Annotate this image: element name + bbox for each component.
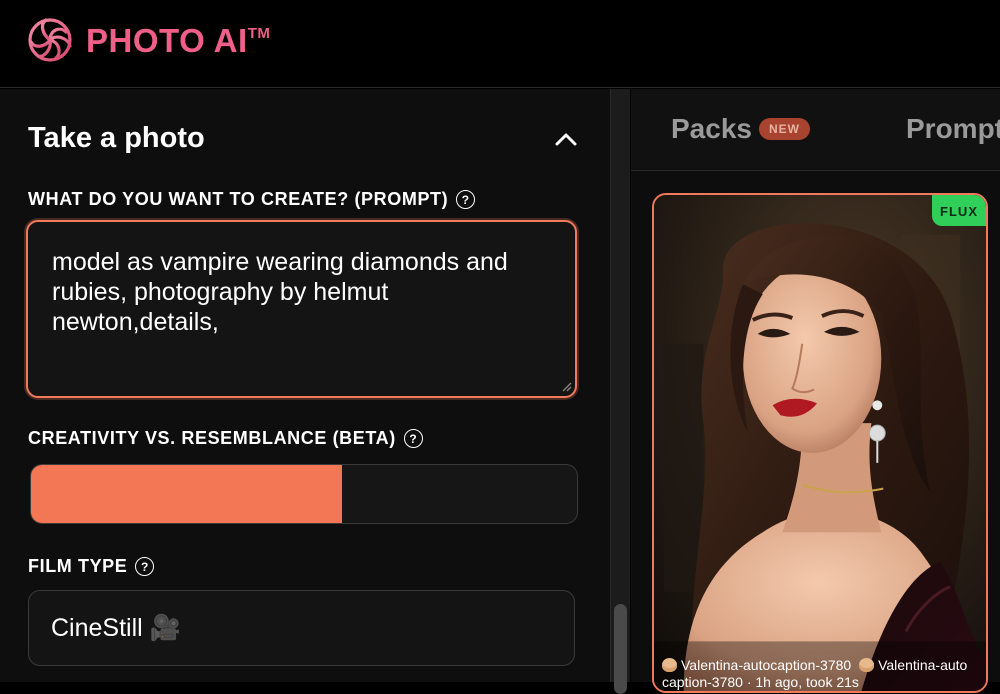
creativity-label: CREATIVITY VS. RESEMBLANCE (BETA) ? [28, 428, 423, 449]
creativity-slider-fill[interactable] [31, 465, 343, 523]
section-title: Take a photo [28, 122, 205, 154]
prompt-label: WHAT DO YOU WANT TO CREATE? (PROMPT) ? [28, 189, 476, 210]
collapse-section-button[interactable] [550, 125, 582, 153]
prompt-label-text: WHAT DO YOU WANT TO CREATE? (PROMPT) [28, 189, 449, 209]
app-name: PHOTO AI [86, 22, 248, 59]
creativity-label-text: CREATIVITY VS. RESEMBLANCE (BETA) [28, 428, 396, 448]
tabs-bar: Packs NEW Prompt [631, 89, 1000, 171]
photo-ai-logo-icon[interactable] [26, 16, 74, 64]
tab-packs-label: Packs [671, 113, 752, 144]
film-type-label: FILM TYPE ? [28, 556, 155, 577]
trademark-mark: TM [247, 25, 271, 42]
top-bar: PHOTO AITM [0, 0, 1000, 88]
film-type-select[interactable]: CineStill 🎥 [28, 590, 575, 666]
left-panel-scrollbar[interactable] [610, 89, 630, 694]
resize-grip-icon[interactable] [560, 380, 572, 392]
generated-photo-image [654, 195, 986, 691]
caption-line-1: Valentina-autocaption-3780 Valentina-aut… [662, 657, 986, 674]
person-emoji-icon [859, 658, 875, 672]
app-logo-text[interactable]: PHOTO AITM [86, 22, 270, 60]
tab-prompt[interactable]: Prompt [906, 113, 1000, 145]
tab-packs[interactable]: Packs [671, 113, 752, 145]
new-badge: NEW [759, 118, 810, 140]
chevron-up-icon [555, 133, 577, 146]
scrollbar-thumb[interactable] [614, 604, 627, 694]
prompt-help-icon[interactable]: ? [456, 190, 476, 209]
tab-prompt-label: Prompt [906, 113, 1000, 144]
caption-author[interactable]: Valentina-autocaption-3780 [681, 657, 851, 673]
creativity-help-icon[interactable]: ? [403, 429, 423, 448]
results-panel: Packs NEW Prompt FLUX Valentina-autocapt… [631, 89, 1000, 693]
film-type-label-text: FILM TYPE [28, 556, 128, 576]
caption-line-2: caption-3780 · 1h ago, took 21s [662, 674, 859, 690]
film-type-help-icon[interactable]: ? [135, 557, 155, 576]
person-emoji-icon [662, 658, 677, 672]
film-type-value: CineStill 🎥 [51, 613, 181, 642]
take-photo-panel: Take a photo WHAT DO YOU WANT TO CREATE?… [0, 89, 610, 682]
prompt-input[interactable] [26, 220, 577, 398]
generated-photo-card[interactable]: FLUX Valentina-autocaption-3780 Valentin… [652, 193, 988, 693]
caption-author-2[interactable]: Valentina-auto [878, 657, 967, 673]
creativity-slider[interactable] [30, 464, 578, 524]
flux-model-badge: FLUX [932, 195, 986, 226]
photo-caption: Valentina-autocaption-3780 Valentina-aut… [662, 657, 986, 691]
